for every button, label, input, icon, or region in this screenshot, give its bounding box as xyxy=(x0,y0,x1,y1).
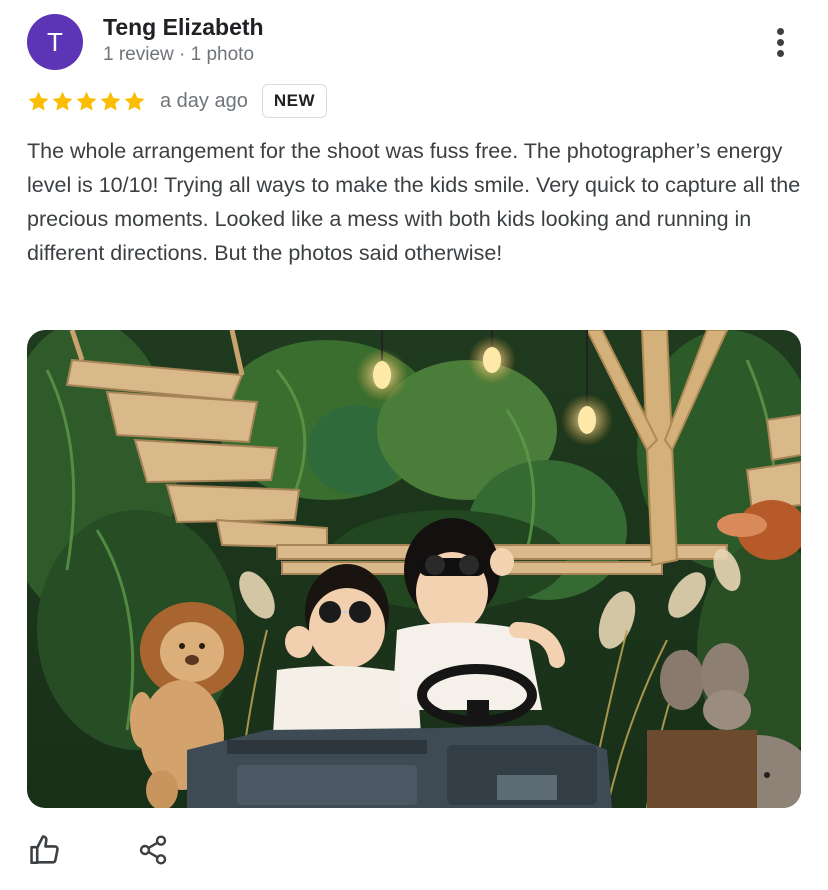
more-options-button[interactable] xyxy=(764,22,796,62)
star-icon xyxy=(124,91,145,110)
review-date: a day ago xyxy=(160,89,248,112)
review-photo-image xyxy=(27,330,801,808)
rating-row: a day ago NEW xyxy=(27,82,328,120)
like-button[interactable] xyxy=(25,830,65,870)
star-icon xyxy=(28,91,49,110)
share-button[interactable] xyxy=(133,830,173,870)
more-vert-icon xyxy=(776,27,784,35)
avatar-initial: T xyxy=(47,26,63,57)
more-vert-icon-dot xyxy=(776,49,784,57)
star-icon xyxy=(52,91,73,110)
review-text: The whole arrangement for the shoot was … xyxy=(27,139,801,265)
thumbs-up-icon xyxy=(30,835,59,865)
review-card: T Teng Elizabeth 1 review · 1 photo a da… xyxy=(0,0,828,890)
avatar[interactable]: T xyxy=(27,14,83,70)
review-photo[interactable] xyxy=(27,330,801,808)
more-vert-icon-dot xyxy=(776,38,784,46)
author-name[interactable]: Teng Elizabeth xyxy=(103,14,264,41)
star-rating xyxy=(27,90,146,113)
author-meta: 1 review · 1 photo xyxy=(103,44,255,65)
new-badge: NEW xyxy=(261,84,328,118)
star-icon xyxy=(100,91,121,110)
share-icon xyxy=(139,835,167,865)
star-icon xyxy=(76,91,97,110)
